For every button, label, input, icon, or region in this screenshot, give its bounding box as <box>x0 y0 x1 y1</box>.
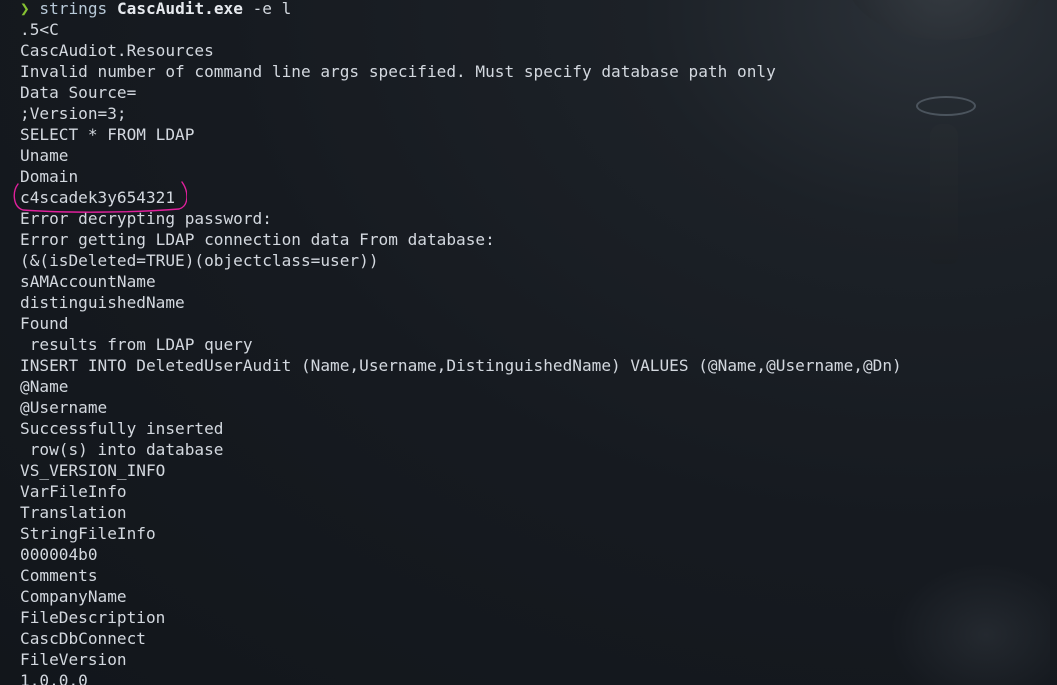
output-line: VS_VERSION_INFO <box>20 461 166 480</box>
prompt-arrow-icon: ❯ <box>20 0 30 18</box>
command-flags: -e l <box>252 0 292 18</box>
output-line: StringFileInfo <box>20 524 156 543</box>
output-line: Translation <box>20 503 127 522</box>
output-line: @Username <box>20 398 108 417</box>
output-line: INSERT INTO DeletedUserAudit (Name,Usern… <box>20 356 902 375</box>
command-name: strings <box>39 0 108 18</box>
output-line: Invalid number of command line args spec… <box>20 62 776 81</box>
output-line: 000004b0 <box>20 545 98 564</box>
output-line: 1.0.0.0 <box>20 671 88 685</box>
output-line: VarFileInfo <box>20 482 127 501</box>
output-line: .5<C <box>20 20 59 39</box>
command-file-argument: CascAudit.exe <box>116 0 243 18</box>
annotation-circle-highlight <box>13 181 187 213</box>
output-line: Data Source= <box>20 83 137 102</box>
output-line: SELECT * FROM LDAP <box>20 125 195 144</box>
output-line: ;Version=3; <box>20 104 127 123</box>
output-line: Comments <box>20 566 98 585</box>
output-line: FileVersion <box>20 650 127 669</box>
output-line: CascDbConnect <box>20 629 146 648</box>
output-line: row(s) into database <box>20 440 224 459</box>
output-line: Found <box>20 314 69 333</box>
output-line: Error getting LDAP connection data From … <box>20 230 495 249</box>
output-line: distinguishedName <box>20 293 185 312</box>
terminal-window[interactable]: ❯ strings CascAudit.exe -e l .5<C CascAu… <box>0 0 1057 685</box>
output-line: sAMAccountName <box>20 272 156 291</box>
output-line: @Name <box>20 377 69 396</box>
output-line: CompanyName <box>20 587 127 606</box>
output-line: FileDescription <box>20 608 166 627</box>
command-prompt-line: ❯ strings CascAudit.exe -e l <box>20 0 291 19</box>
output-line: Successfully inserted <box>20 419 224 438</box>
output-line: CascAudiot.Resources <box>20 41 214 60</box>
output-line: results from LDAP query <box>20 335 253 354</box>
output-line: (&(isDeleted=TRUE)(objectclass=user)) <box>20 251 379 270</box>
output-line: Uname <box>20 146 69 165</box>
